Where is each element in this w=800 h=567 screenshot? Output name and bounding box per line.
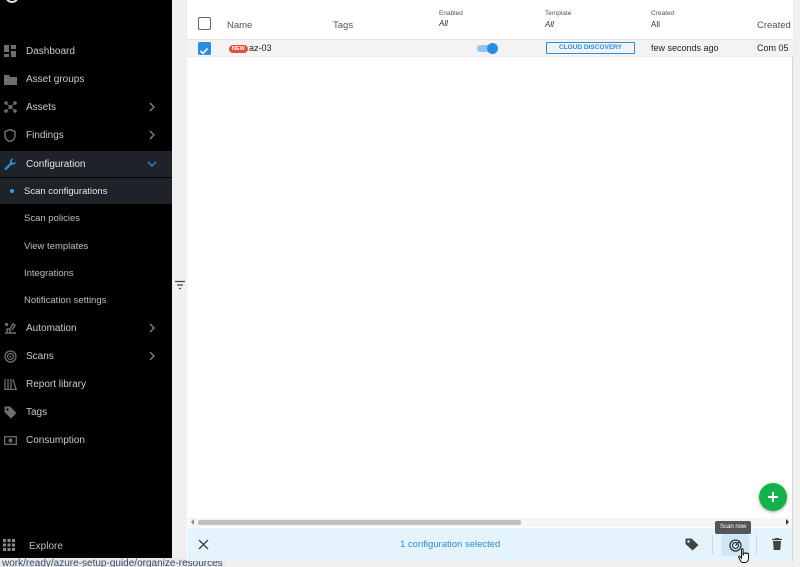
chevron-right-icon [149,323,155,333]
sidebar-item-label: Report library [26,378,87,390]
selection-action-bar: 1 configuration selected [188,528,792,561]
dashboard-icon [3,44,17,58]
bullet [10,244,14,248]
scroll-right-arrow[interactable] [786,519,789,525]
sidebar-item-label: Assets [26,101,57,113]
active-dot [10,189,14,193]
column-header-tags[interactable]: Tags [333,20,353,31]
apps-grid-icon [3,538,15,554]
column-header-created[interactable]: Created [651,10,674,17]
sidebar-item-label: Findings [26,129,64,141]
enabled-filter[interactable]: All [439,19,448,28]
sidebar-item-configuration[interactable]: Configuration [0,151,172,177]
scroll-left-arrow[interactable] [191,519,194,525]
divider [756,535,757,554]
close-icon[interactable] [198,539,209,550]
sidebar-item-automation[interactable]: Automation [0,315,172,341]
template-filter[interactable]: All [545,20,554,29]
sidebar-subitem-integrations[interactable]: Integrations [0,260,172,286]
divider [712,535,713,554]
automation-icon [3,321,17,335]
sidebar-item-label: Tags [26,406,48,418]
sidebar-subitem-label: Integrations [24,267,74,279]
logo-icon [6,0,18,3]
table-row[interactable]: NEW az-03 CLOUD DISCOVERY few seconds ag… [187,40,793,57]
template-badge: CLOUD DISCOVERY [546,42,635,54]
consumption-icon [3,433,17,447]
add-configuration-button[interactable] [759,483,787,511]
chevron-right-icon [149,130,155,140]
column-header-template[interactable]: Template [545,10,571,17]
hand-cursor-icon [738,548,749,563]
column-header-created-by[interactable]: Created b [757,20,793,31]
tag-icon [3,405,17,419]
tag-icon[interactable] [685,538,699,551]
sidebar-item-consumption[interactable]: Consumption [0,427,172,453]
chevron-right-icon [149,102,155,112]
sidebar-item-dashboard[interactable]: Dashboard [0,38,172,64]
row-created-by: Com 05 [757,43,789,53]
sidebar: Dashboard Asset groups Assets Findings C… [0,0,172,567]
sidebar-subitem-label: Scan policies [24,212,80,224]
sidebar-item-scans[interactable]: Scans [0,343,172,369]
select-all-checkbox[interactable] [198,17,211,30]
row-name[interactable]: az-03 [249,43,272,53]
sidebar-item-label: Scans [26,350,54,362]
toggle-knob [487,43,498,54]
sidebar-item-label: Automation [26,322,77,334]
row-created: few seconds ago [651,43,719,53]
scan-now-tooltip: Scan now [715,521,752,534]
chevron-down-icon [147,161,157,167]
sidebar-subitem-scan-configurations[interactable]: Scan configurations [0,178,172,204]
sidebar-item-findings[interactable]: Findings [0,122,172,148]
column-header-enabled[interactable]: Enabled [439,10,463,17]
shield-icon [3,128,17,142]
scan-configurations-table: Name Tags Enabled All Template All Creat… [187,0,793,561]
plus-icon [768,492,778,502]
sidebar-subitem-label: Scan configurations [24,185,108,197]
chevron-right-icon [149,351,155,361]
trash-icon[interactable] [772,538,782,550]
sidebar-item-tags[interactable]: Tags [0,399,172,425]
bullet [10,216,14,220]
bullet [10,298,14,302]
sidebar-item-label: Configuration [26,158,86,170]
sidebar-item-label: Asset groups [26,73,85,85]
table-header: Name Tags Enabled All Template All Creat… [187,0,793,40]
sidebar-subitem-label: Notification settings [24,294,107,306]
filter-icon[interactable] [174,280,186,290]
sidebar-item-assets[interactable]: Assets [0,94,172,120]
sidebar-subitem-scan-policies[interactable]: Scan policies [0,205,172,231]
enabled-toggle[interactable] [477,43,498,54]
bullet [10,271,14,275]
horizontal-scrollbar[interactable] [188,518,792,527]
sidebar-item-asset-groups[interactable]: Asset groups [0,66,172,92]
sidebar-subitem-notification-settings[interactable]: Notification settings [0,287,172,313]
sidebar-item-label: Consumption [26,434,85,446]
column-header-name[interactable]: Name [227,20,252,31]
sidebar-subitem-view-templates[interactable]: View templates [0,233,172,259]
folder-icon [3,72,17,86]
sidebar-item-label: Dashboard [26,45,75,57]
library-icon [3,377,17,391]
new-badge: NEW [229,45,248,53]
sidebar-subitem-label: View templates [24,240,89,252]
created-filter[interactable]: All [651,20,660,29]
wrench-icon [3,157,17,171]
row-checkbox[interactable] [198,42,211,55]
selection-count: 1 configuration selected [400,539,501,550]
radar-icon [3,349,17,363]
explore-button[interactable]: Explore [0,535,172,557]
sidebar-item-report-library[interactable]: Report library [0,371,172,397]
scrollbar-thumb[interactable] [198,520,521,525]
checkmark-icon [199,47,209,55]
assets-icon [3,100,17,114]
explore-label: Explore [29,540,63,552]
